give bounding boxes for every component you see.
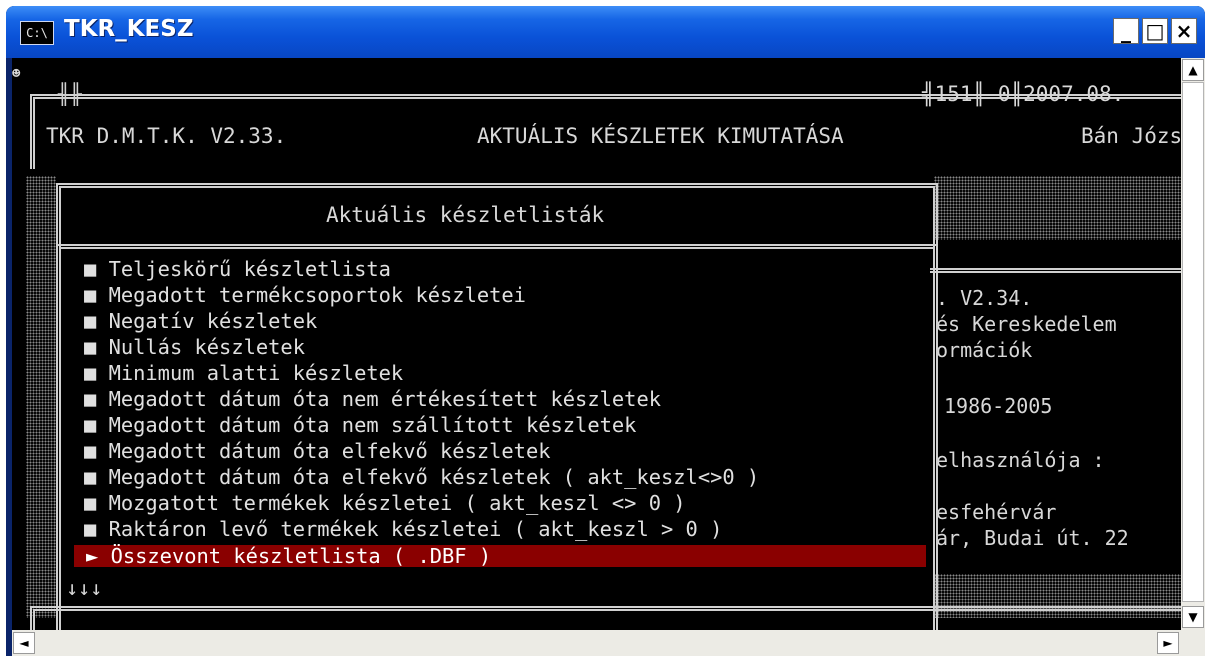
horizontal-scrollbar[interactable]: ◄ ► (12, 630, 1181, 656)
bullet-icon: ■ (84, 387, 97, 411)
close-button[interactable]: × (1171, 18, 1197, 44)
bullet-icon: ■ (84, 257, 97, 281)
menu-item-unsold-since-date[interactable]: ■ Megadott dátum óta nem értékesített ké… (84, 388, 661, 410)
header-screen-title: AKTUÁLIS KÉSZLETEK KIMUTATÁSA (477, 124, 844, 148)
menu-item-idle-since-date[interactable]: ■ Megadott dátum óta elfekvő készletek (84, 440, 551, 462)
bullet-icon: ■ (84, 413, 97, 437)
scroll-up-button[interactable]: ▲ (1182, 59, 1204, 81)
bullet-icon: ■ (84, 439, 97, 463)
bullet-icon: ■ (84, 491, 97, 515)
header-joint: ╢╟ (58, 82, 83, 106)
bullet-icon: ■ (84, 335, 97, 359)
scroll-down-button[interactable]: ▼ (1182, 606, 1204, 628)
bottom-frame (30, 606, 1181, 630)
right-panel-line-6: esfehérvár (936, 500, 1057, 524)
bullet-icon: ■ (84, 283, 97, 307)
menu-title: Aktuális készletlisták (326, 203, 605, 227)
menu-item-moved-products-stock[interactable]: ■ Mozgatott termékek készletei ( akt_kes… (84, 492, 686, 514)
menu-item-idle-since-date-nonzero[interactable]: ■ Megadott dátum óta elfekvő készletek (… (84, 466, 759, 488)
window-title: TKR_KESZ (64, 16, 194, 42)
resize-grip[interactable] (1181, 630, 1205, 656)
bullet-icon: ■ (84, 465, 97, 489)
console-app-icon[interactable]: C:\ (20, 21, 54, 45)
right-panel-line-7: ár, Budai út. 22 (936, 526, 1129, 550)
scroll-left-button[interactable]: ◄ (13, 632, 35, 654)
right-panel-line-2: és Kereskedelem (936, 312, 1117, 336)
menu-item-negative-stock[interactable]: ■ Negatív készletek (84, 310, 317, 332)
shaded-background-right-top (934, 176, 1181, 240)
right-panel-line-3: ormációk (936, 338, 1033, 362)
shaded-background-left (26, 176, 56, 618)
selection-arrow-icon: ► (86, 544, 99, 568)
menu-item-in-warehouse-stock[interactable]: ■ Raktáron levő termékek készletei ( akt… (84, 518, 722, 540)
console-window: C:\ TKR_KESZ _ □ × ☻ ╢╟ ╣151║ 0║2007.08.… (6, 6, 1205, 656)
header-user-name: Bán Józs (1081, 124, 1181, 148)
vertical-scroll-thumb[interactable] (1182, 82, 1204, 602)
bullet-icon: ■ (84, 517, 97, 541)
menu-item-below-minimum-stock[interactable]: ■ Minimum alatti készletek (84, 362, 403, 384)
menu-item-not-shipped-since-date[interactable]: ■ Megadott dátum óta nem szállított kész… (84, 414, 636, 436)
header-status-code: ╣151║ 0║2007.08. (922, 82, 1125, 106)
console-cursor-glyph: ☻ (12, 66, 21, 82)
bullet-icon: ■ (84, 361, 97, 385)
menu-item-product-group-stock[interactable]: ■ Megadott termékcsoportok készletei (84, 284, 526, 306)
title-bar[interactable]: C:\ TKR_KESZ _ □ × (6, 6, 1205, 58)
menu-item-zero-stock[interactable]: ■ Nullás készletek (84, 336, 305, 358)
right-panel-line-1: . V2.34. (936, 286, 1033, 310)
vertical-scrollbar[interactable]: ▲ ▼ (1181, 58, 1205, 630)
header-program-name: TKR D.M.T.K. V2.33. (46, 124, 287, 148)
right-panel-line-5: elhasználója : (936, 448, 1105, 472)
scroll-more-indicator: ↓↓↓ (66, 576, 103, 600)
scroll-right-button[interactable]: ► (1157, 632, 1179, 654)
right-panel-line-4: 1986-2005 (944, 394, 1053, 418)
menu-item-full-stock-list[interactable]: ■ Teljeskörű készletlista (84, 258, 391, 280)
bullet-icon: ■ (84, 309, 97, 333)
right-panel-rule (930, 268, 1181, 279)
minimize-button[interactable]: _ (1113, 18, 1139, 44)
menu-item-merged-stock-list-selected[interactable]: ► Összevont készletlista ( .DBF ) (74, 545, 926, 567)
maximize-button[interactable]: □ (1142, 18, 1168, 44)
console-area[interactable]: ☻ ╢╟ ╣151║ 0║2007.08. TKR D.M.T.K. V2.33… (12, 58, 1181, 630)
